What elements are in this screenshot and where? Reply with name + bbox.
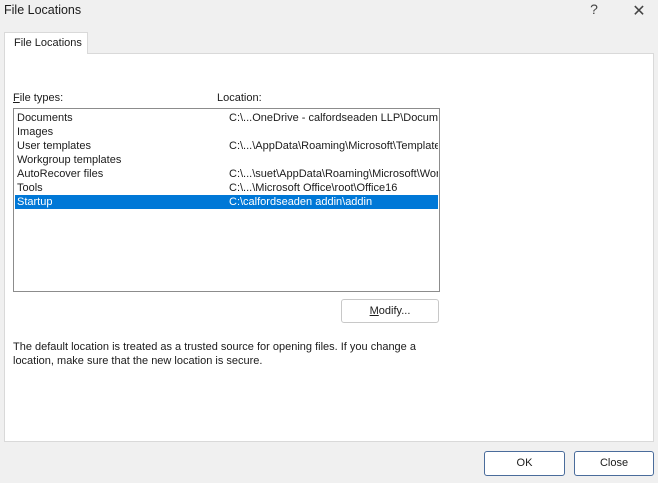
trusted-location-note: The default location is treated as a tru… — [13, 341, 416, 367]
tab-label: File Locations — [14, 37, 82, 49]
file-type-location: C:\...\suet\AppData\Roaming\Microsoft\Wo… — [229, 168, 438, 180]
window-title: File Locations — [4, 3, 82, 17]
title-bar: File Locations ? ✕ — [0, 0, 658, 24]
file-type-name: Startup — [17, 196, 53, 208]
list-item[interactable]: User templates C:\...\AppData\Roaming\Mi… — [15, 139, 438, 153]
file-type-name: User templates — [17, 140, 91, 152]
file-type-name: Images — [17, 126, 54, 138]
close-icon[interactable]: ✕ — [628, 1, 650, 21]
ok-button[interactable]: OK — [484, 451, 565, 476]
file-types-header: File types: — [13, 92, 64, 104]
close-button[interactable]: Close — [574, 451, 654, 476]
list-item-selected[interactable]: Startup C:\calfordseaden addin\addin — [15, 195, 438, 209]
help-icon[interactable]: ? — [584, 1, 604, 21]
file-type-location: C:\...OneDrive - calfordseaden LLP\Docum… — [229, 112, 438, 124]
modify-button[interactable]: Modify... — [341, 299, 439, 323]
file-type-location: C:\...\Microsoft Office\root\Office16 — [229, 182, 398, 194]
location-header: Location: — [217, 92, 262, 104]
list-item[interactable]: AutoRecover files C:\...\suet\AppData\Ro… — [15, 167, 438, 181]
list-item[interactable]: Tools C:\...\Microsoft Office\root\Offic… — [15, 181, 438, 195]
list-item[interactable]: Images — [15, 125, 438, 139]
file-type-location: C:\...\AppData\Roaming\Microsoft\Templat… — [229, 140, 438, 152]
file-type-name: Workgroup templates — [17, 154, 122, 166]
tab-file-locations[interactable]: File Locations — [4, 32, 88, 54]
file-type-name: Documents — [17, 112, 73, 124]
file-type-name: AutoRecover files — [17, 168, 104, 180]
file-locations-list[interactable]: Documents C:\...OneDrive - calfordseaden… — [13, 108, 440, 292]
file-type-location: C:\calfordseaden addin\addin — [229, 196, 373, 208]
file-type-name: Tools — [17, 182, 43, 194]
list-item[interactable]: Documents C:\...OneDrive - calfordseaden… — [15, 111, 438, 125]
list-item[interactable]: Workgroup templates — [15, 153, 438, 167]
